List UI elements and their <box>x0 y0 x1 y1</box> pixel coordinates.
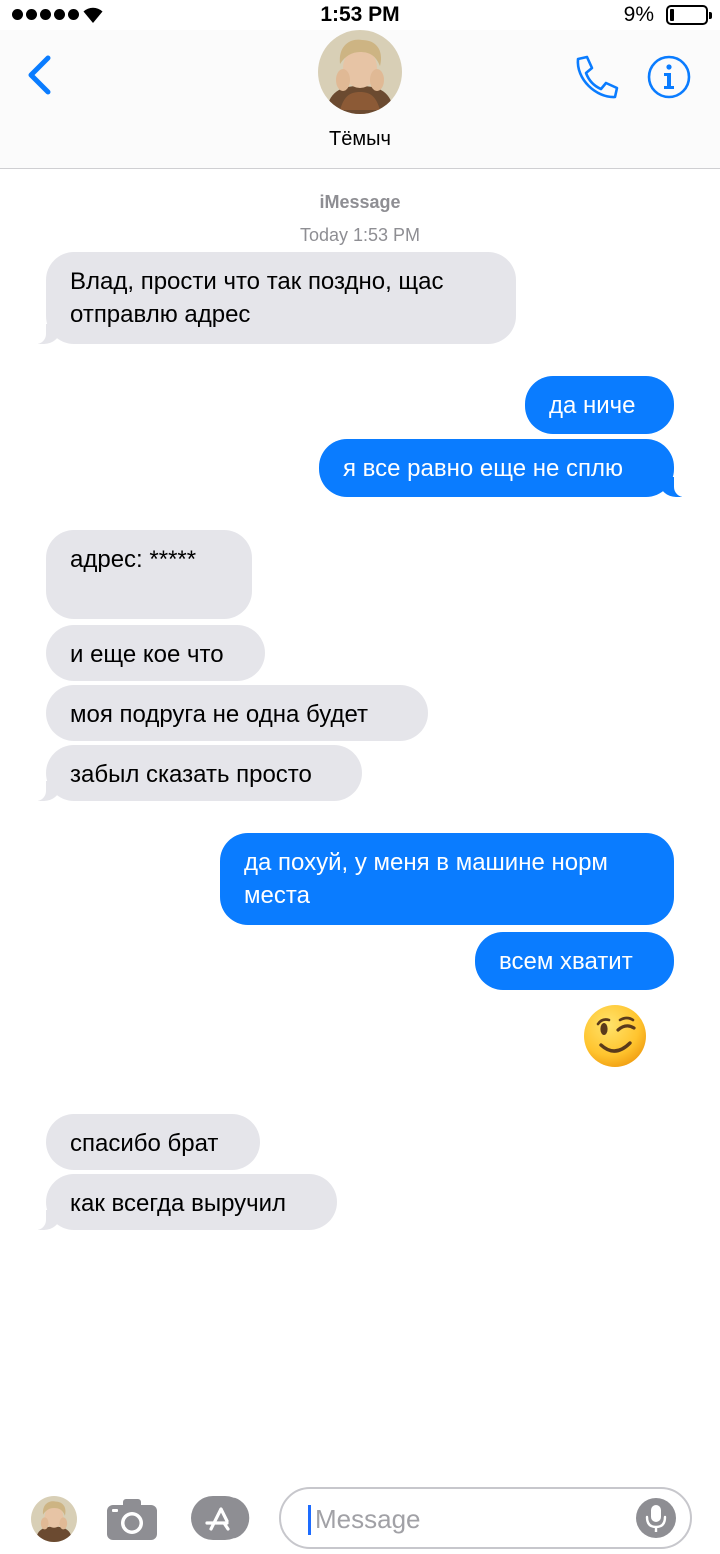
phone-icon <box>576 55 619 99</box>
message-bubble-incoming[interactable]: забыл сказать просто <box>32 745 362 801</box>
camera-button[interactable] <box>106 1497 158 1541</box>
message-bubble-incoming[interactable]: Влад, прости что так поздно, щас отправл… <box>32 252 516 344</box>
message-text: я все равно еще не сплю <box>343 455 623 482</box>
message-text: забыл сказать просто <box>70 761 312 788</box>
winking-face-icon[interactable] <box>582 1003 648 1069</box>
info-button[interactable] <box>646 54 692 100</box>
message-bubble-incoming[interactable]: и еще кое что <box>46 625 265 681</box>
status-time: 1:53 PM <box>320 3 400 26</box>
message-text: спасибо брат <box>70 1130 219 1157</box>
app-store-button[interactable] <box>190 1495 252 1541</box>
message-text: да похуй, у меня в машине норм места <box>244 849 608 909</box>
message-text: адрес: ***** <box>70 546 197 573</box>
contact-name: Тёмыч <box>329 128 391 150</box>
message-bubble-outgoing[interactable]: всем хватит <box>475 932 674 990</box>
message-bubble-outgoing[interactable]: я все равно еще не сплю <box>319 439 688 497</box>
contact-details[interactable]: Тёмыч <box>310 30 410 151</box>
message-input[interactable]: Message <box>279 1487 692 1549</box>
microphone-icon <box>645 1505 667 1532</box>
message-bubble-outgoing[interactable]: да похуй, у меня в машине норм места <box>220 833 674 925</box>
message-text: как всегда выручил <box>70 1190 287 1217</box>
compose-bar: Message <box>0 1480 720 1554</box>
message-bubble-incoming[interactable]: спасибо брат <box>46 1114 260 1170</box>
message-text: Влад, прости что так поздно, щас отправл… <box>70 268 444 328</box>
call-button[interactable] <box>570 54 620 102</box>
conversation-header: Тёмыч <box>0 30 720 169</box>
message-placeholder: Message <box>315 1504 421 1534</box>
back-button[interactable] <box>22 52 62 98</box>
message-text: и еще кое что <box>70 641 224 668</box>
message-text: да ниче <box>549 392 636 419</box>
message-bubble-incoming[interactable]: моя подруга не одна будет <box>46 685 428 741</box>
message-text: всем хватит <box>499 948 633 975</box>
message-bubble-incoming[interactable]: как всегда выручил <box>32 1174 337 1230</box>
message-bubble-outgoing[interactable]: да ниче <box>525 376 674 434</box>
microphone-button[interactable] <box>636 1498 676 1538</box>
thread-timestamp: Today 1:53 PM <box>299 225 421 245</box>
status-bar: 1:53 PM 9% <box>0 0 720 30</box>
service-label: iMessage <box>319 192 401 212</box>
battery-icon <box>666 5 712 25</box>
message-bubble-incoming[interactable]: адрес: ***** <box>46 530 252 619</box>
chevron-left-icon <box>28 55 51 95</box>
memoji-button[interactable] <box>31 1496 77 1542</box>
contact-avatar <box>318 30 402 114</box>
camera-icon <box>107 1499 157 1540</box>
battery-percentage: 9% <box>623 3 654 26</box>
text-caret <box>308 1505 311 1535</box>
app-store-icon <box>191 1496 250 1540</box>
message-text: моя подруга не одна будет <box>70 701 368 728</box>
info-icon <box>647 55 691 99</box>
